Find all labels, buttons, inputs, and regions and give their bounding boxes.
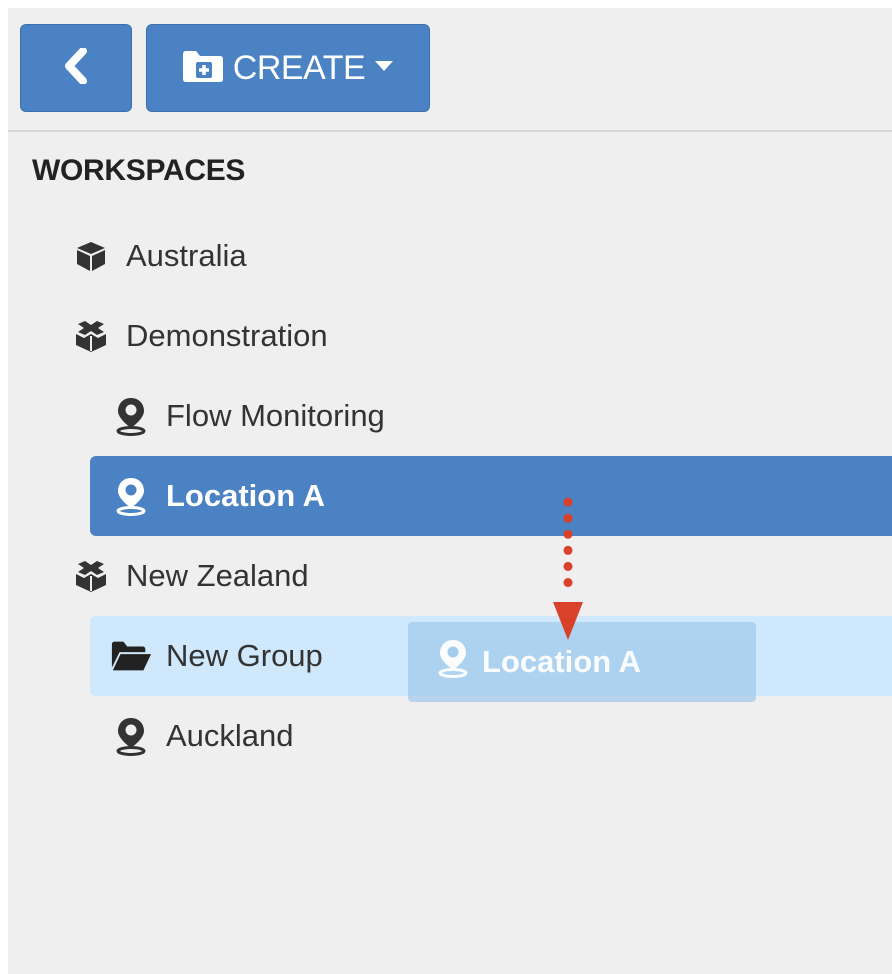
drag-ghost-label: Location A [482, 644, 642, 679]
back-button[interactable] [20, 24, 132, 112]
cube-icon [70, 235, 112, 277]
tree-item-label: Australia [126, 238, 247, 273]
tree-item-label: New Zealand [126, 558, 309, 593]
folder-plus-icon [181, 48, 225, 89]
workspaces-panel: CREATE WORKSPACES Australia Demonstratio… [8, 8, 892, 974]
tree-item-label: Demonstration [126, 318, 328, 353]
create-button[interactable]: CREATE [146, 24, 430, 112]
tree-item-label: New Group [166, 638, 323, 673]
tree-item-auckland[interactable]: Auckland [8, 696, 892, 776]
map-marker-icon [436, 638, 470, 686]
create-button-label: CREATE [232, 48, 366, 87]
tree-item-label: Flow Monitoring [166, 398, 385, 433]
map-marker-icon [110, 395, 152, 437]
tree-item-new-zealand[interactable]: New Zealand [8, 536, 892, 616]
tree-item-flow-monitoring[interactable]: Flow Monitoring [8, 376, 892, 456]
tree-item-demonstration[interactable]: Demonstration [8, 296, 892, 376]
section-heading: WORKSPACES [32, 154, 246, 187]
tree-item-label: Location A [166, 478, 326, 513]
cubes-icon [70, 315, 112, 357]
caret-down-icon [373, 59, 395, 78]
chevron-left-icon [61, 46, 91, 89]
map-marker-icon [110, 475, 152, 517]
tree-item-location-a-selected[interactable]: Location A [90, 456, 892, 536]
toolbar: CREATE [8, 8, 892, 132]
cubes-icon [70, 555, 112, 597]
folder-open-icon [110, 635, 152, 677]
dotted-arrow-down-icon [548, 494, 588, 644]
tree-item-label: Auckland [166, 718, 294, 753]
map-marker-icon [110, 715, 152, 757]
tree-item-australia[interactable]: Australia [8, 216, 892, 296]
